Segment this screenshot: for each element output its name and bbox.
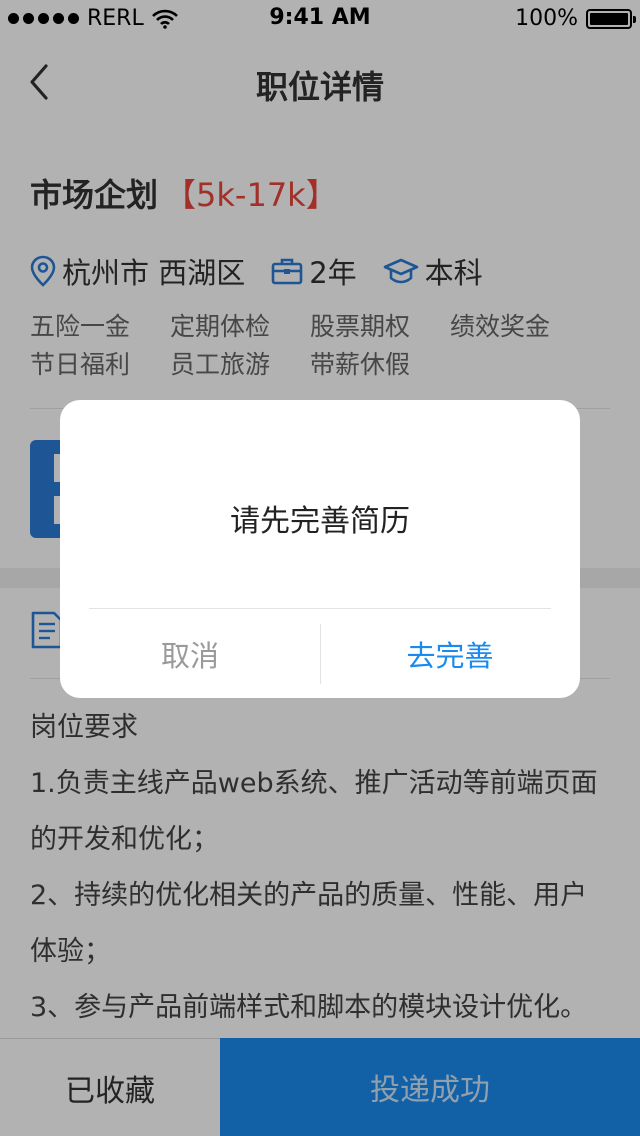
dialog-cancel-button[interactable]: 取消: [60, 609, 320, 698]
dialog-confirm-button[interactable]: 去完善: [320, 609, 580, 698]
dialog-message: 请先完善简历: [230, 504, 410, 539]
alert-dialog: 请先完善简历 取消 去完善: [60, 400, 580, 698]
